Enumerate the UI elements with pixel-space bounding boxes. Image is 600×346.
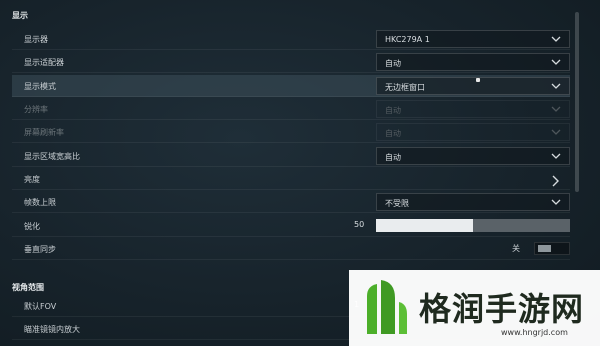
chevron-down-icon <box>551 106 561 113</box>
vsync-toggle[interactable] <box>534 242 570 255</box>
setting-row-adapter[interactable]: 显示适配器 自动 <box>12 51 570 73</box>
setting-label: 显示模式 <box>24 82 56 91</box>
watermark-title: 格润手游网 <box>419 290 585 328</box>
dropdown-value: 不受限 <box>385 199 409 208</box>
setting-row-resolution: 分辨率 自动 <box>12 98 570 120</box>
setting-row-frame-limit[interactable]: 帧数上限 不受限 <box>12 191 570 213</box>
dropdown-value: HKC279A 1 <box>385 35 430 44</box>
resolution-dropdown: 自动 <box>376 100 570 118</box>
scrollbar[interactable] <box>575 12 579 192</box>
setting-label: 帧数上限 <box>24 198 56 207</box>
setting-label: 默认FOV <box>24 302 57 311</box>
toggle-state-label: 关 <box>512 244 520 253</box>
mouse-cursor-icon <box>476 78 480 82</box>
fov-section-title: 视角范围 <box>12 283 44 292</box>
frame-limit-dropdown[interactable]: 不受限 <box>376 193 570 211</box>
setting-label: 屏幕刷新率 <box>24 128 64 137</box>
aspect-ratio-dropdown[interactable]: 自动 <box>376 147 570 165</box>
slider-value: 50 <box>354 220 365 229</box>
setting-row-vsync[interactable]: 垂直同步 关 <box>12 238 570 260</box>
watermark-url: www.hngrjd.com <box>501 328 568 337</box>
leaf-logo-icon <box>361 276 409 338</box>
dropdown-value: 无边框窗口 <box>385 83 425 92</box>
refresh-rate-dropdown: 自动 <box>376 123 570 141</box>
settings-page: 显示 显示器 HKC279A 1 显示适配器 自动 显示模式 无边框窗口 分辨率… <box>0 0 600 346</box>
chevron-right-icon[interactable] <box>552 172 560 187</box>
setting-row-monitor[interactable]: 显示器 HKC279A 1 <box>12 28 570 50</box>
monitor-dropdown[interactable]: HKC279A 1 <box>376 30 570 48</box>
dropdown-value: 自动 <box>385 106 401 115</box>
chevron-down-icon <box>551 59 561 66</box>
display-mode-dropdown[interactable]: 无边框窗口 <box>376 77 570 95</box>
setting-row-brightness[interactable]: 亮度 <box>12 168 570 190</box>
display-section-title: 显示 <box>12 11 28 20</box>
setting-label: 分辨率 <box>24 105 48 114</box>
setting-label: 锐化 <box>24 222 40 231</box>
chevron-down-icon <box>551 83 561 90</box>
dropdown-value: 自动 <box>385 59 401 68</box>
setting-row-sharpening[interactable]: 锐化 50 <box>12 215 570 237</box>
dropdown-value: 自动 <box>385 129 401 138</box>
sharpening-slider[interactable] <box>376 219 570 232</box>
chevron-down-icon <box>551 199 561 206</box>
adapter-dropdown[interactable]: 自动 <box>376 53 570 71</box>
setting-row-refresh-rate: 屏幕刷新率 自动 <box>12 121 570 143</box>
chevron-down-icon <box>551 129 561 136</box>
setting-label: 亮度 <box>24 175 40 184</box>
setting-row-aspect-ratio[interactable]: 显示区域宽高比 自动 <box>12 145 570 167</box>
slider-fill <box>376 219 473 232</box>
setting-label: 瞄准镜镜内放大 <box>24 325 80 334</box>
setting-label: 显示区域宽高比 <box>24 152 80 161</box>
dropdown-value: 自动 <box>385 153 401 162</box>
chevron-down-icon <box>551 36 561 43</box>
setting-label: 显示适配器 <box>24 58 64 67</box>
setting-label: 垂直同步 <box>24 245 56 254</box>
setting-label: 显示器 <box>24 35 48 44</box>
watermark-banner: 格润手游网 www.hngrjd.com <box>349 270 600 346</box>
toggle-knob <box>538 245 551 252</box>
chevron-down-icon <box>551 153 561 160</box>
setting-row-display-mode[interactable]: 显示模式 无边框窗口 <box>12 75 570 97</box>
